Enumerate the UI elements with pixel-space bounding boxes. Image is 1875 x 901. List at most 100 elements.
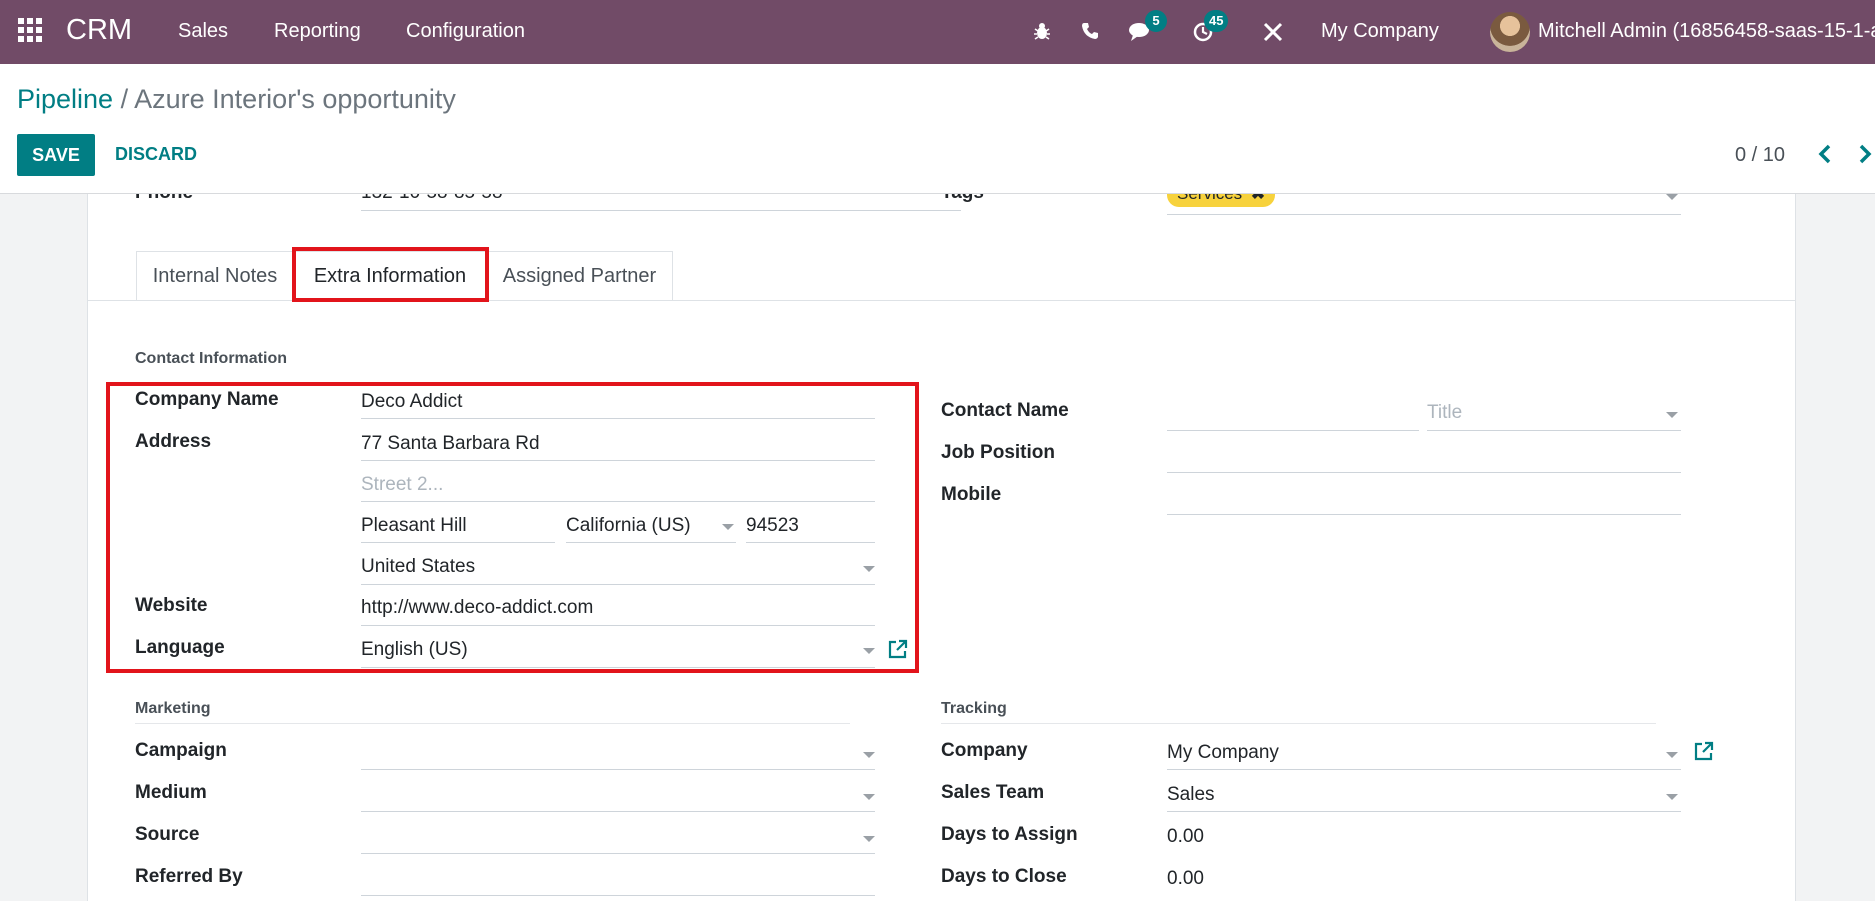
tracking-company-field[interactable]: My Company	[1167, 742, 1279, 764]
language-external-link-icon[interactable]	[887, 638, 909, 660]
bug-icon[interactable]	[1027, 16, 1057, 46]
activities-icon[interactable]: 45	[1188, 10, 1229, 46]
activities-badge: 45	[1204, 10, 1229, 32]
tags-underline	[1167, 214, 1681, 215]
mobile-underline[interactable]	[1167, 514, 1681, 515]
website-label: Website	[135, 595, 208, 616]
source-field[interactable]	[361, 853, 875, 854]
zip-field[interactable]: 94523	[746, 515, 799, 537]
contact-information-title: Contact Information	[135, 350, 287, 367]
phone-underline	[361, 210, 961, 211]
street2-field[interactable]: Street 2...	[361, 474, 443, 496]
breadcrumb-pipeline-link[interactable]: Pipeline	[17, 84, 113, 114]
tools-icon[interactable]	[1258, 16, 1288, 46]
menu-sales[interactable]: Sales	[178, 20, 228, 43]
campaign-field[interactable]	[361, 769, 875, 770]
tracking-company-caret[interactable]	[1666, 752, 1678, 758]
sales-team-field[interactable]: Sales	[1167, 784, 1215, 806]
discard-button[interactable]: DISCARD	[115, 144, 197, 165]
top-navbar: CRM Sales Reporting Configuration 5 45 M…	[0, 0, 1875, 64]
phone-label: Phone	[135, 194, 193, 204]
messages-badge: 5	[1145, 10, 1167, 32]
tags-dropdown-caret[interactable]	[1666, 194, 1678, 200]
title-field[interactable]: Title	[1427, 402, 1462, 424]
menu-configuration[interactable]: Configuration	[406, 20, 525, 43]
state-underline	[566, 542, 736, 543]
tracking-rule	[941, 723, 1656, 724]
sales-team-underline	[1167, 811, 1681, 812]
medium-dropdown-caret[interactable]	[863, 794, 875, 800]
contact-name-underline[interactable]	[1167, 430, 1419, 431]
pager-previous-icon[interactable]	[1812, 140, 1838, 168]
tracking-company-label: Company	[941, 740, 1028, 761]
address-label: Address	[135, 431, 212, 452]
app-brand[interactable]: CRM	[66, 14, 132, 47]
street2-underline	[361, 501, 875, 502]
marketing-title: Marketing	[135, 700, 211, 717]
referred-by-field[interactable]	[361, 895, 875, 896]
campaign-dropdown-caret[interactable]	[863, 752, 875, 758]
user-avatar[interactable]	[1490, 12, 1530, 52]
user-menu[interactable]: Mitchell Admin (16856458-saas-15-1-al	[1538, 20, 1875, 43]
phone-value[interactable]: 132-10-58-85-58	[361, 194, 503, 204]
phone-icon[interactable]	[1075, 16, 1105, 46]
pager-next-icon[interactable]	[1852, 140, 1875, 168]
tag-services[interactable]: Services ✖	[1167, 194, 1276, 207]
country-underline	[361, 584, 875, 585]
company-name-field[interactable]: Deco Addict	[361, 391, 462, 413]
apps-menu-icon[interactable]	[16, 16, 44, 44]
contact-name-label: Contact Name	[941, 400, 1069, 421]
zip-underline	[746, 542, 875, 543]
tag-remove-icon[interactable]: ✖	[1251, 194, 1265, 203]
breadcrumb: Pipeline / Azure Interior's opportunity	[17, 84, 456, 115]
tag-services-label: Services	[1177, 194, 1242, 203]
sales-team-label: Sales Team	[941, 782, 1045, 803]
days-to-close-label: Days to Close	[941, 866, 1067, 887]
language-label: Language	[135, 637, 225, 658]
street-field[interactable]: 77 Santa Barbara Rd	[361, 433, 540, 455]
title-dropdown-caret[interactable]	[1666, 412, 1678, 418]
country-dropdown-caret[interactable]	[863, 566, 875, 572]
country-field[interactable]: United States	[361, 556, 475, 578]
control-panel: Pipeline / Azure Interior's opportunity …	[0, 64, 1875, 194]
form-sheet: Phone 132-10-58-85-58 Tags Services ✖ In…	[87, 194, 1796, 901]
website-underline	[361, 625, 875, 626]
tabs-rule	[88, 300, 1795, 301]
street-underline	[361, 460, 875, 461]
city-field[interactable]: Pleasant Hill	[361, 515, 467, 537]
save-button[interactable]: SAVE	[17, 134, 95, 176]
pager-value[interactable]: 0 / 10	[1735, 144, 1785, 167]
state-field[interactable]: California (US)	[566, 515, 691, 537]
source-dropdown-caret[interactable]	[863, 836, 875, 842]
job-position-underline[interactable]	[1167, 472, 1681, 473]
tracking-company-underline	[1167, 769, 1681, 770]
website-field[interactable]: http://www.deco-addict.com	[361, 597, 593, 619]
medium-label: Medium	[135, 782, 207, 803]
messages-icon[interactable]: 5	[1125, 10, 1167, 46]
state-dropdown-caret[interactable]	[722, 524, 734, 530]
medium-field[interactable]	[361, 811, 875, 812]
language-dropdown-caret[interactable]	[863, 648, 875, 654]
mobile-label: Mobile	[941, 484, 1002, 505]
tags-label: Tags	[941, 194, 984, 204]
language-underline	[361, 667, 875, 668]
company-switcher[interactable]: My Company	[1321, 20, 1439, 43]
referred-by-label: Referred By	[135, 866, 243, 887]
sales-team-caret[interactable]	[1666, 794, 1678, 800]
marketing-rule	[135, 723, 850, 724]
company-name-underline	[361, 418, 875, 419]
language-field[interactable]: English (US)	[361, 639, 468, 661]
source-label: Source	[135, 824, 200, 845]
days-to-close-value: 0.00	[1167, 868, 1204, 889]
tab-internal-notes[interactable]: Internal Notes	[136, 251, 294, 301]
days-to-assign-label: Days to Assign	[941, 824, 1078, 845]
days-to-assign-value: 0.00	[1167, 826, 1204, 847]
job-position-label: Job Position	[941, 442, 1055, 463]
tab-assigned-partner[interactable]: Assigned Partner	[486, 251, 673, 301]
tracking-title: Tracking	[941, 700, 1007, 717]
company-external-link-icon[interactable]	[1693, 740, 1715, 762]
breadcrumb-current: Azure Interior's opportunity	[134, 84, 456, 114]
campaign-label: Campaign	[135, 740, 227, 761]
menu-reporting[interactable]: Reporting	[274, 20, 361, 43]
tab-extra-information[interactable]: Extra Information	[294, 251, 486, 301]
